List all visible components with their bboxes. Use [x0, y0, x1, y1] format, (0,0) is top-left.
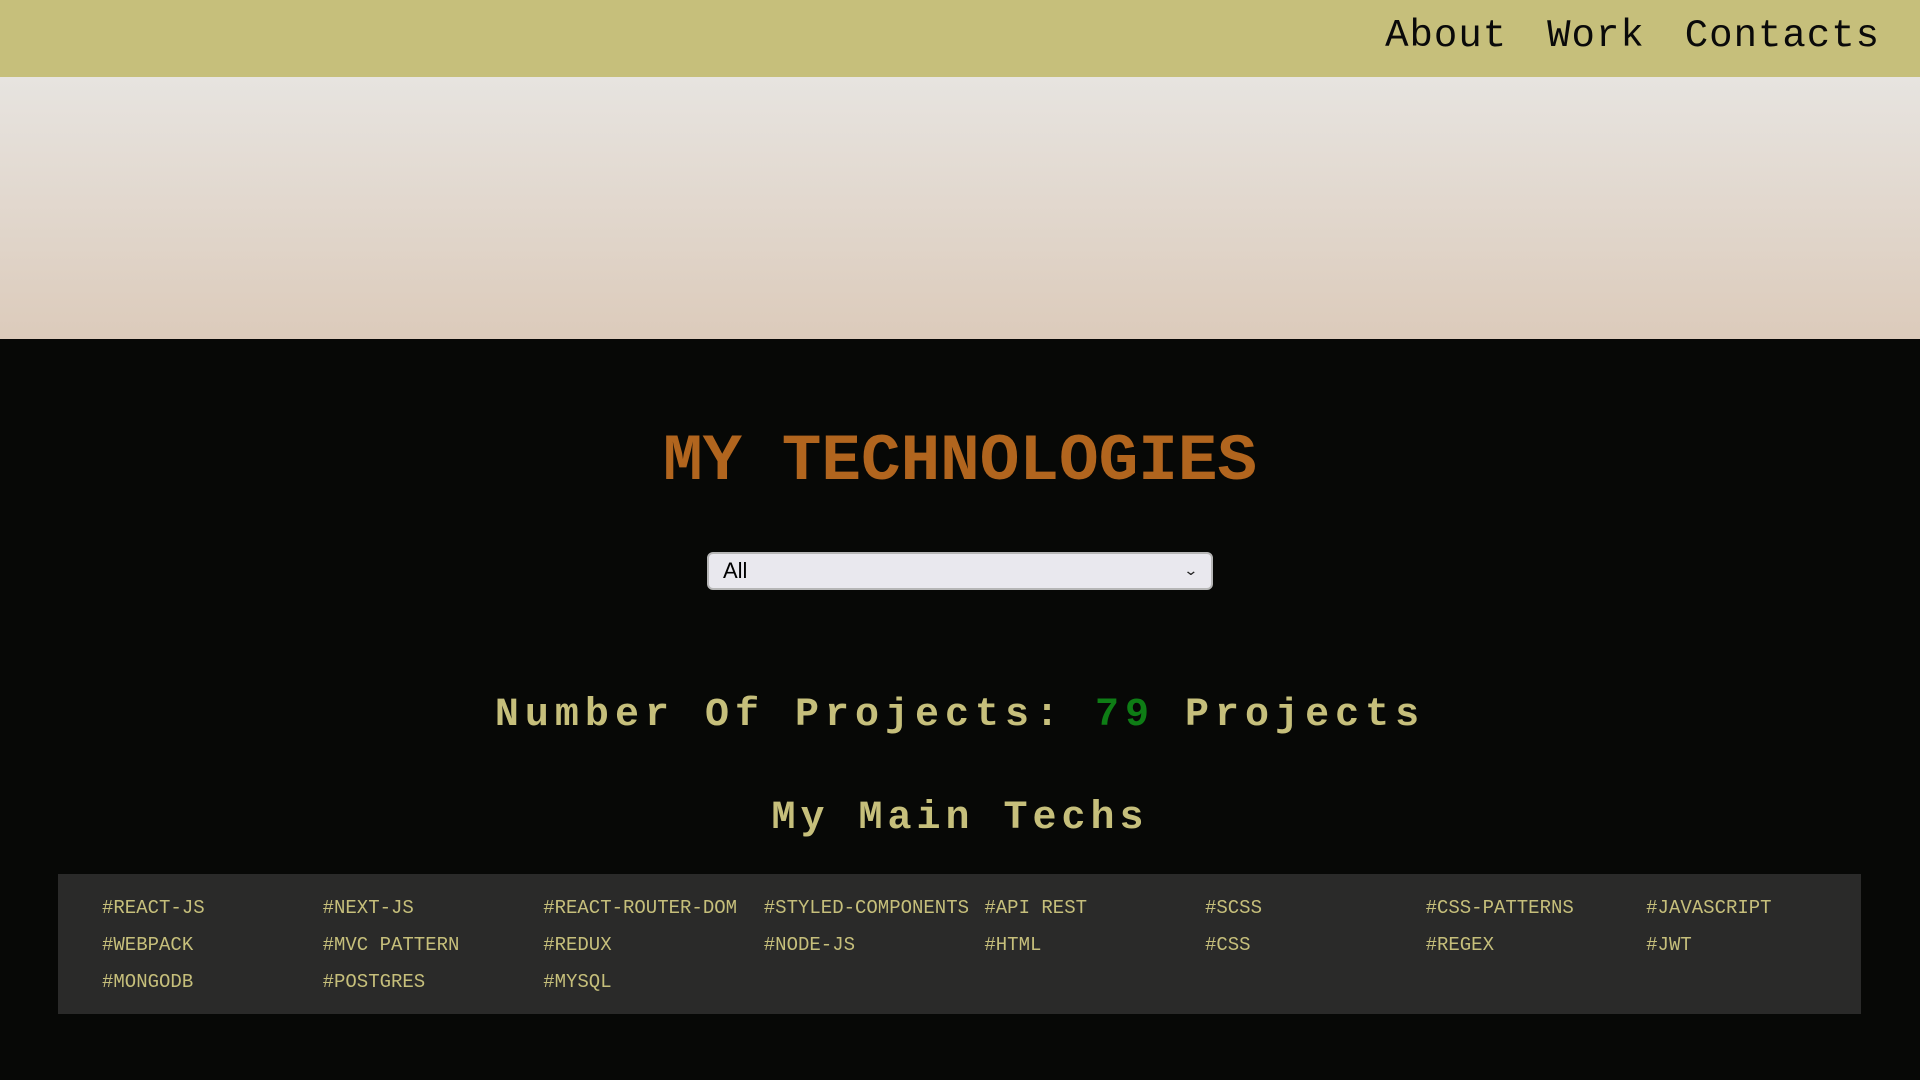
- nav-link-contacts[interactable]: Contacts: [1685, 14, 1880, 58]
- tech-tag: #NEXT-JS: [322, 897, 414, 919]
- filter-selected-value: All: [723, 558, 748, 583]
- tech-tag: #HTML: [984, 934, 1042, 956]
- nav-item-contacts: Contacts: [1685, 14, 1880, 58]
- technologies-title: MY TECHNOLOGIES: [662, 424, 1258, 499]
- tech-tag: #STYLED-COMPONENTS: [763, 897, 970, 919]
- technologies-section: MY TECHNOLOGIES All ⌄ Number Of Projects…: [0, 339, 1920, 1080]
- tech-tag: #NODE-JS: [763, 934, 855, 956]
- main-techs-list: #REACT-JS #NEXT-JS #REACT-ROUTER-DOM #ST…: [58, 874, 1861, 1014]
- tech-tag: #REGEX: [1425, 934, 1494, 956]
- nav-menu: About Work Contacts: [1385, 0, 1880, 72]
- tech-tag: #REDUX: [543, 934, 612, 956]
- tech-tag: #CSS: [1204, 934, 1251, 956]
- top-navigation-bar: About Work Contacts: [0, 0, 1920, 77]
- tech-tag: #REACT-ROUTER-DOM: [543, 897, 738, 919]
- nav-link-about[interactable]: About: [1385, 14, 1507, 58]
- nav-item-work: Work: [1547, 14, 1645, 58]
- projects-count-line: Number Of Projects: 79 Projects: [0, 691, 1920, 741]
- tech-tag: #REACT-JS: [102, 897, 205, 919]
- technology-filter-select[interactable]: All ⌄: [707, 552, 1213, 590]
- tech-tag: #MONGODB: [102, 971, 194, 993]
- chevron-down-icon: ⌄: [1183, 563, 1199, 579]
- technology-filter: All ⌄: [707, 552, 1213, 590]
- tech-tag: #JAVASCRIPT: [1646, 897, 1772, 919]
- tech-tag: #JWT: [1646, 934, 1692, 956]
- tech-tag: #POSTGRES: [322, 971, 426, 993]
- projects-count-label: Number Of Projects:: [494, 693, 1065, 738]
- tech-tag: #MVC PATTERN: [322, 934, 460, 956]
- tech-tag: #API REST: [984, 897, 1087, 919]
- tech-tag: #MYSQL: [543, 971, 612, 993]
- projects-count-value: 79: [1095, 693, 1156, 738]
- tech-tag: #WEBPACK: [102, 934, 194, 956]
- nav-link-work[interactable]: Work: [1547, 14, 1645, 58]
- nav-item-about: About: [1385, 14, 1507, 58]
- hero-banner: [0, 77, 1920, 339]
- tech-tag: #SCSS: [1204, 897, 1262, 919]
- projects-count-unit: Projects: [1185, 693, 1426, 738]
- tech-tag: #CSS-PATTERNS: [1425, 897, 1574, 919]
- main-techs-title: My Main Techs: [771, 796, 1149, 841]
